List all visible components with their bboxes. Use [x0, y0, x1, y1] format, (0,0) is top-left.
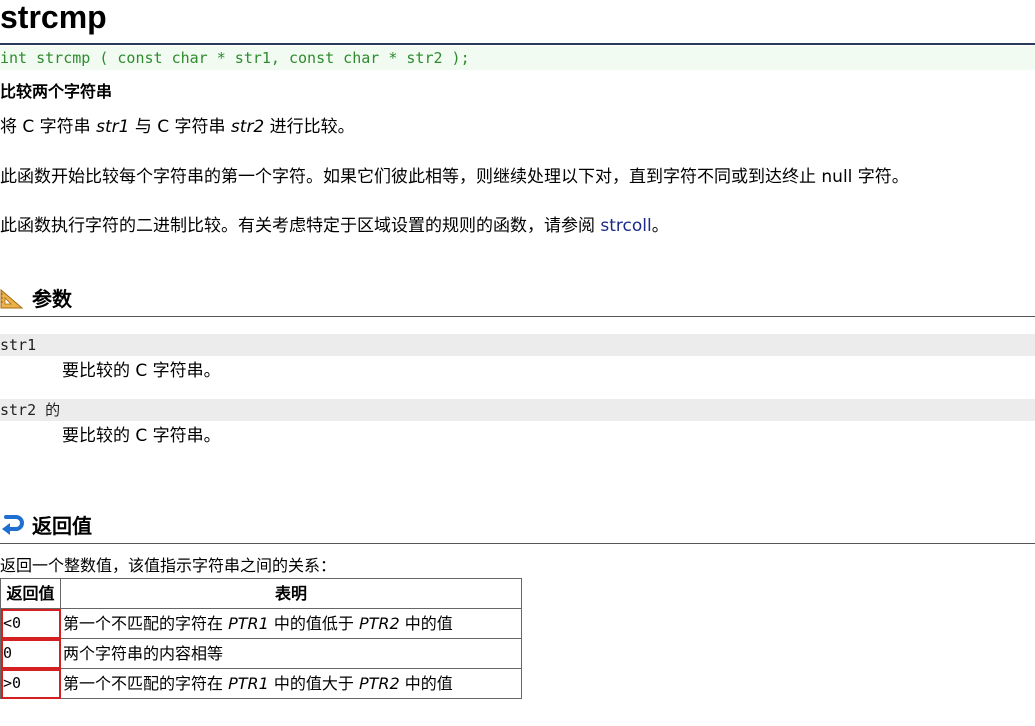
- column-header: 返回值: [0, 578, 61, 609]
- param-name-str1: str1: [0, 334, 1035, 356]
- description-paragraph-1: 将 C 字符串 str1 与 C 字符串 str2 进行比较。: [0, 115, 355, 139]
- column-header: 表明: [60, 578, 522, 609]
- cell-text: 第一个不匹配的字符在: [63, 614, 229, 633]
- parameters-heading: 参数: [32, 287, 72, 311]
- cell-value: 0: [3, 644, 13, 662]
- cell-arg: PTR2: [359, 674, 400, 693]
- return-value-section-header: 返回值: [0, 511, 1035, 544]
- return-value-cell: <0: [0, 608, 61, 639]
- title-divider: [0, 43, 1035, 45]
- return-value-heading: 返回值: [32, 514, 92, 538]
- meaning-cell: 第一个不匹配的字符在 PTR1 中的值大于 PTR2 中的值: [60, 668, 522, 699]
- return-arrow-icon: [2, 515, 24, 535]
- desc-text: 进行比较。: [264, 117, 355, 137]
- cell-value: <0: [3, 614, 22, 632]
- table-row: >0 第一个不匹配的字符在 PTR1 中的值大于 PTR2 中的值: [0, 668, 522, 699]
- return-value-cell: >0: [0, 668, 61, 699]
- cell-text: 第一个不匹配的字符在: [63, 674, 229, 693]
- cell-text: 中的值: [399, 674, 453, 693]
- param-desc-str2: 要比较的 C 字符串。: [62, 426, 221, 446]
- cell-text: 中的值低于: [268, 614, 359, 633]
- function-prototype: int strcmp ( const char * str1, const ch…: [0, 46, 1035, 70]
- table-row: 0 两个字符串的内容相等: [0, 638, 522, 669]
- set-square-icon: [0, 288, 24, 309]
- desc-text: 此函数执行字符的二进制比较。有关考虑特定于区域设置的规则的函数，请参阅: [0, 216, 601, 236]
- cell-text: 中的值大于: [268, 674, 359, 693]
- description-paragraph-2: 此函数开始比较每个字符串的第一个字符。如果它们彼此相等，则继续处理以下对，直到字…: [0, 167, 909, 187]
- return-value-intro: 返回一个整数值，该值指示字符串之间的关系：: [0, 556, 337, 575]
- param-name-str2: str2 的: [0, 399, 1035, 421]
- table-header-row: 返回值 表明: [0, 578, 522, 609]
- description-paragraph-3: 此函数执行字符的二进制比较。有关考虑特定于区域设置的规则的函数，请参阅 strc…: [0, 214, 669, 238]
- meaning-cell: 第一个不匹配的字符在 PTR1 中的值低于 PTR2 中的值: [60, 608, 522, 639]
- desc-text: 。: [651, 216, 669, 236]
- table-row: <0 第一个不匹配的字符在 PTR1 中的值低于 PTR2 中的值: [0, 608, 522, 639]
- arg-str1: str1: [96, 117, 130, 137]
- parameters-section-header: 参数: [0, 284, 1035, 317]
- strcoll-link[interactable]: strcoll: [600, 216, 651, 236]
- desc-text: 与 C 字符串: [129, 117, 231, 137]
- param-desc-str1: 要比较的 C 字符串。: [62, 361, 221, 381]
- desc-text: 将 C 字符串: [0, 117, 97, 137]
- return-value-cell: 0: [0, 638, 61, 669]
- arg-str2: str2: [230, 117, 265, 137]
- return-value-table: 返回值 表明 <0 第一个不匹配的字符在 PTR1 中的值低于 PTR2 中的值…: [0, 578, 522, 699]
- cell-text: 中的值: [399, 614, 453, 633]
- function-summary: 比较两个字符串: [0, 82, 113, 101]
- cell-arg: PTR1: [228, 674, 269, 693]
- page-title: strcmp: [0, 0, 107, 35]
- cell-arg: PTR2: [359, 614, 400, 633]
- cell-arg: PTR1: [228, 614, 269, 633]
- cell-value: >0: [3, 674, 22, 692]
- meaning-cell: 两个字符串的内容相等: [60, 638, 522, 669]
